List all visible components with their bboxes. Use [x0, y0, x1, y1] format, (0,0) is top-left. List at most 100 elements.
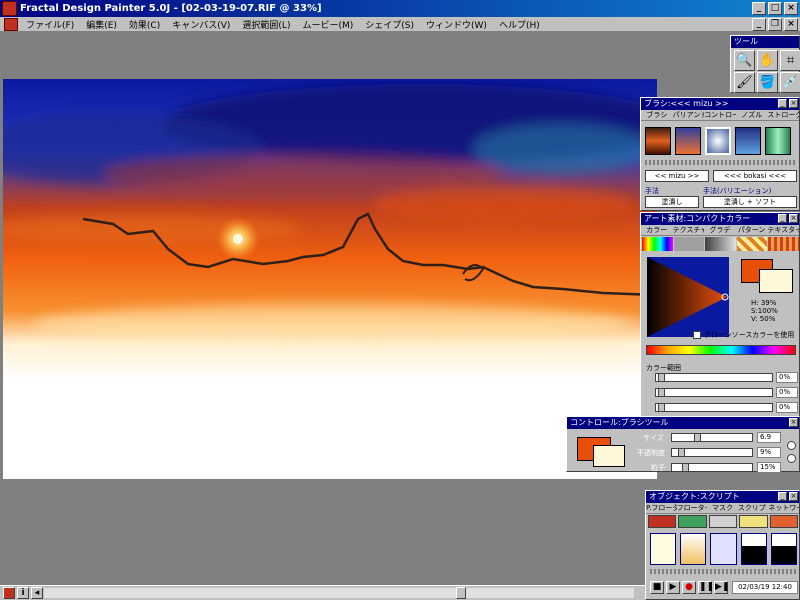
range-slider-2[interactable] [655, 388, 773, 397]
secondary-color-swatch[interactable] [759, 269, 793, 293]
color-tab-swatch[interactable] [642, 237, 673, 251]
objects-palette-min-button[interactable]: _ [778, 492, 787, 501]
maximize-button[interactable]: □ [768, 2, 782, 15]
brush-tab-stroke[interactable]: ストローク [767, 110, 799, 120]
scroll-left-button[interactable]: ◂ [31, 587, 43, 599]
menu-help[interactable]: ヘルプ(H) [493, 18, 546, 31]
grain-slider[interactable] [671, 463, 753, 472]
brush-tab-variant[interactable]: パリアント [673, 110, 705, 120]
bokasi-button[interactable]: <<< bokasi <<< [713, 170, 797, 182]
doc-close-button[interactable]: × [784, 18, 798, 31]
textile-tab-swatch[interactable] [768, 237, 799, 251]
script-thumb-5[interactable] [770, 533, 798, 565]
brush-tool-icon[interactable]: 🖌 [734, 72, 755, 93]
brush-tab-nozzle[interactable]: ノズル [736, 110, 768, 120]
app-icon[interactable] [2, 1, 17, 16]
network-icon[interactable] [769, 515, 799, 528]
mask-icon[interactable] [708, 515, 738, 528]
info-icon[interactable]: i [17, 587, 29, 599]
brush-thumb-2[interactable] [675, 127, 701, 155]
color-triangle[interactable] [647, 257, 729, 337]
record-button[interactable]: ● [682, 581, 696, 594]
art-tab-gradient[interactable]: グラデ [704, 225, 736, 235]
hue-bar[interactable] [646, 345, 796, 355]
method-select[interactable]: 塗潰し [645, 196, 699, 208]
doc-restore-button[interactable]: ❐ [768, 18, 782, 31]
menu-select[interactable]: 選択範囲(L) [236, 18, 296, 31]
script-thumb-2[interactable] [680, 533, 707, 565]
script-icon[interactable] [739, 515, 768, 528]
script-thumb-3[interactable] [710, 533, 737, 565]
clone-color-label: クローンソースカラーを使用 [704, 331, 795, 339]
script-thumb-1[interactable] [650, 533, 677, 565]
object-tab-network[interactable]: ネットワーク [768, 503, 799, 513]
art-tab-color[interactable]: カラー [641, 225, 673, 235]
art-tab-texture[interactable]: テクスチャ [673, 225, 705, 235]
brush-thumb-3[interactable] [705, 127, 731, 155]
pattern-tab-swatch[interactable] [736, 237, 768, 251]
script-thumb-4[interactable] [740, 533, 767, 565]
dropper-tool-icon[interactable]: 💉 [780, 72, 800, 93]
texture-tab-swatch[interactable] [673, 237, 705, 251]
clone-color-checkbox[interactable] [693, 331, 701, 339]
menu-edit[interactable]: 編集(E) [80, 18, 123, 31]
play-button[interactable]: ▶ [666, 581, 680, 594]
menu-canvas[interactable]: キャンバス(V) [166, 18, 236, 31]
menu-shape[interactable]: シェイプ(S) [359, 18, 420, 31]
range-slider-1[interactable] [655, 373, 773, 382]
controls-palette-close-button[interactable]: × [789, 418, 798, 427]
floater-icon[interactable] [678, 515, 707, 528]
gradient-tab-swatch[interactable] [705, 237, 736, 251]
art-tab-pattern[interactable]: パターン [736, 225, 768, 235]
object-tab-mask[interactable]: マスク [707, 503, 738, 513]
status-bar: i ◂ [0, 585, 645, 600]
brush-tab-control[interactable]: コントロール [704, 110, 736, 120]
range-slider-3[interactable] [655, 403, 773, 412]
horizontal-scrollbar[interactable] [44, 588, 634, 598]
objects-palette: オブジェクト:スクリプト _ × P.フローター フローター マスク スクリプト… [645, 490, 800, 600]
value-value: V: 50% [751, 315, 776, 323]
opacity-slider[interactable] [671, 448, 753, 457]
menu-file[interactable]: ファイル(F) [20, 18, 80, 31]
menubar: ファイル(F) 編集(E) 効果(C) キャンバス(V) 選択範囲(L) ムービ… [0, 17, 800, 32]
radio-option-1[interactable] [787, 441, 796, 450]
brush-thumb-1[interactable] [645, 127, 671, 155]
stop-button[interactable]: ■ [650, 581, 664, 594]
bucket-tool-icon[interactable]: 🪣 [757, 72, 778, 93]
object-tab-script[interactable]: スクリプト [738, 503, 769, 513]
mizu-button[interactable]: << mizu >> [645, 170, 709, 182]
painting-canvas[interactable] [3, 79, 657, 479]
grabber-tool-icon[interactable]: ✋ [757, 50, 778, 71]
art-tab-textile[interactable]: テキスタイル [767, 225, 799, 235]
menu-movie[interactable]: ムービー(M) [296, 18, 359, 31]
radio-option-2[interactable] [787, 454, 796, 463]
doc-minimize-button[interactable]: _ [752, 18, 766, 31]
crop-tool-icon[interactable]: ⌗ [780, 50, 800, 71]
brush-palette-min-button[interactable]: _ [778, 99, 787, 108]
sunset-painting [3, 79, 657, 479]
menu-window[interactable]: ウィンドウ(W) [420, 18, 493, 31]
object-tab-floater[interactable]: フローター [677, 503, 708, 513]
document-icon[interactable] [4, 17, 18, 31]
status-apple-icon[interactable] [3, 587, 15, 599]
brush-thumb-4[interactable] [735, 127, 761, 155]
objects-palette-close-button[interactable]: × [789, 492, 798, 501]
step-button[interactable]: ▶❚ [714, 581, 729, 594]
brush-tab-brush[interactable]: ブラシ [641, 110, 673, 120]
art-palette-min-button[interactable]: _ [778, 214, 787, 223]
control-secondary-swatch[interactable] [593, 445, 625, 467]
minimize-button[interactable]: _ [752, 2, 766, 15]
brush-thumb-5[interactable] [765, 127, 791, 155]
brush-palette-close-button[interactable]: × [789, 99, 798, 108]
close-button[interactable]: × [784, 2, 798, 15]
object-tab-pfloater[interactable]: P.フローター [646, 503, 677, 513]
controls-palette-title: コントロール:ブラシツール [570, 418, 669, 427]
menu-effects[interactable]: 効果(C) [123, 18, 166, 31]
magnifier-tool-icon[interactable]: 🔍 [734, 50, 755, 71]
size-slider[interactable] [671, 433, 753, 442]
art-palette-close-button[interactable]: × [789, 214, 798, 223]
scroll-thumb[interactable] [456, 587, 466, 599]
variation-select[interactable]: 塗潰し + ソフト [703, 196, 797, 208]
pfloater-icon[interactable] [648, 515, 677, 528]
pause-button[interactable]: ❚❚ [698, 581, 714, 594]
